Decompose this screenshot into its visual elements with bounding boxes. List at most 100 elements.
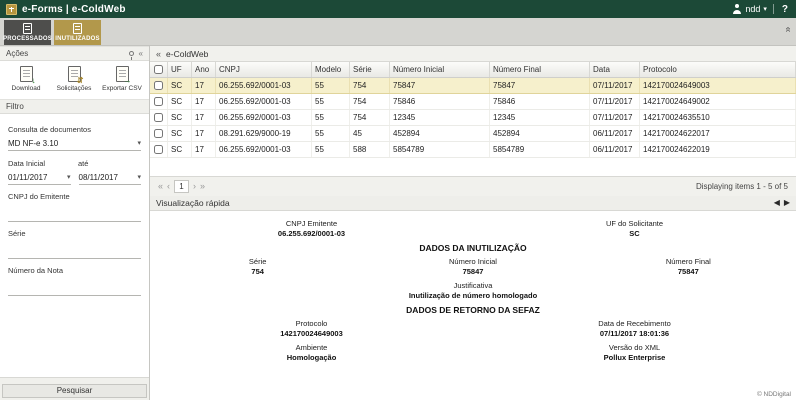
cell-cnpj: 06.255.692/0001-03 <box>216 78 312 93</box>
user-menu[interactable]: ndd ▾ <box>732 4 767 14</box>
tab-inutilizados[interactable]: INUTILIZADOS <box>54 20 101 45</box>
column-header-numero-inicial[interactable]: Número Inicial <box>390 62 490 77</box>
cell-numero-final: 452894 <box>490 126 590 141</box>
collapse-sidebar-icon[interactable]: « <box>156 49 161 59</box>
column-header-cnpj[interactable]: CNPJ <box>216 62 312 77</box>
column-header-serie[interactable]: Série <box>350 62 390 77</box>
cell-data: 06/11/2017 <box>590 126 640 141</box>
app-header: e-Forms | e-ColdWeb ndd ▾ ? <box>0 0 796 18</box>
chevron-down-icon: ▾ <box>67 174 71 181</box>
column-header-data[interactable]: Data <box>590 62 640 77</box>
serie-qv-value: 754 <box>150 267 365 277</box>
row-checkbox[interactable] <box>154 129 163 138</box>
quickview-header: Visualização rápida ◀ ▶ <box>150 196 796 211</box>
document-type-value: MD NF-e 3.10 <box>8 139 58 148</box>
next-document-icon[interactable]: ▶ <box>784 199 790 207</box>
justificativa-value: Inutilização de número homologado <box>150 291 796 301</box>
actions-panel-title: Ações <box>6 49 28 58</box>
cell-protocolo: 142170024649002 <box>640 94 796 109</box>
pin-icon[interactable] <box>129 51 134 56</box>
main-titlebar: « e-ColdWeb <box>150 46 796 62</box>
cell-cnpj: 06.255.692/0001-03 <box>216 142 312 157</box>
cell-numero-inicial: 452894 <box>390 126 490 141</box>
tab-bar: PROCESSADOS INUTILIZADOS « <box>0 18 796 46</box>
row-checkbox[interactable] <box>154 145 163 154</box>
table-row[interactable]: SC 17 06.255.692/0001-03 55 754 75846 75… <box>150 94 796 110</box>
page-number-input[interactable]: 1 <box>174 180 189 193</box>
cell-uf: SC <box>168 126 192 141</box>
cell-serie: 754 <box>350 94 390 109</box>
start-date-label: Data Inicial <box>8 159 78 168</box>
solicitacoes-button[interactable]: ⇵ Solicitações <box>50 66 98 92</box>
document-icon <box>73 23 82 34</box>
column-header-numero-final[interactable]: Número Final <box>490 62 590 77</box>
app-window: e-Forms | e-ColdWeb ndd ▾ ? PROCESSADOS … <box>0 0 796 400</box>
cnpj-emitente-label: CNPJ Emitente <box>150 219 473 229</box>
table-row[interactable]: SC 17 06.255.692/0001-03 55 754 12345 12… <box>150 110 796 126</box>
collapse-ribbon-icon[interactable]: « <box>783 27 794 33</box>
column-header-protocolo[interactable]: Protocolo <box>640 62 796 77</box>
column-header-uf[interactable]: UF <box>168 62 192 77</box>
requests-icon: ⇵ <box>68 66 81 82</box>
start-date-value: 01/11/2017 <box>8 173 47 182</box>
data-recebimento-label: Data de Recebimento <box>473 319 796 329</box>
cell-protocolo: 142170024622017 <box>640 126 796 141</box>
grid-empty-space <box>150 158 796 176</box>
numero-inicial-label: Número Inicial <box>365 257 580 267</box>
cell-ano: 17 <box>192 142 216 157</box>
row-checkbox[interactable] <box>154 97 163 106</box>
column-header-modelo[interactable]: Modelo <box>312 62 350 77</box>
cell-uf: SC <box>168 110 192 125</box>
column-header-ano[interactable]: Ano <box>192 62 216 77</box>
pagination-bar: « ‹ 1 › » Displaying items 1 - 5 of 5 <box>150 176 796 196</box>
row-checkbox[interactable] <box>154 113 163 122</box>
table-row[interactable]: SC 17 08.291.629/9000-19 55 45 452894 45… <box>150 126 796 142</box>
search-button[interactable]: Pesquisar <box>2 384 147 398</box>
document-type-select[interactable]: MD NF-e 3.10 ▾ <box>8 137 141 151</box>
row-checkbox[interactable] <box>154 81 163 90</box>
cell-serie: 45 <box>350 126 390 141</box>
end-date-picker[interactable]: 08/11/2017 ▾ <box>79 171 142 185</box>
collapse-panel-icon[interactable]: « <box>139 50 143 58</box>
page-title: e-ColdWeb <box>166 49 208 59</box>
sidebar-spacer <box>0 296 149 377</box>
help-button[interactable]: ? <box>780 4 790 15</box>
pagination-first-button[interactable]: « <box>158 182 163 191</box>
pagination-next-button[interactable]: › <box>193 182 196 191</box>
header-separator <box>773 4 774 14</box>
filter-form: Consulta de documentos MD NF-e 3.10 ▾ Da… <box>0 114 149 296</box>
start-date-picker[interactable]: 01/11/2017 ▾ <box>8 171 71 185</box>
pagination-prev-button[interactable]: ‹ <box>167 182 170 191</box>
cnpj-input[interactable] <box>8 209 141 222</box>
panel-header-icons: « <box>129 50 143 58</box>
download-icon: ↓ <box>20 66 33 82</box>
cell-data: 06/11/2017 <box>590 142 640 157</box>
requests-arrows-icon: ⇵ <box>77 76 84 85</box>
export-csv-button[interactable]: → Exportar CSV <box>98 66 146 92</box>
serie-input[interactable] <box>8 246 141 259</box>
download-button[interactable]: ↓ Download <box>2 66 50 92</box>
filter-panel-title: Filtro <box>6 102 24 111</box>
pagination-last-button[interactable]: » <box>200 182 205 191</box>
cell-modelo: 55 <box>312 78 350 93</box>
table-row[interactable]: SC 17 06.255.692/0001-03 55 754 75847 75… <box>150 78 796 94</box>
quickview-body: CNPJ Emitente 06.255.692/0001-03 UF do S… <box>150 211 796 400</box>
tab-processados[interactable]: PROCESSADOS <box>4 20 51 45</box>
end-date-value: 08/11/2017 <box>79 173 118 182</box>
numero-final-label: Número Final <box>581 257 796 267</box>
versao-xml-value: Pollux Enterprise <box>473 353 796 363</box>
cell-serie: 588 <box>350 142 390 157</box>
cell-protocolo: 142170024635510 <box>640 110 796 125</box>
cell-modelo: 55 <box>312 94 350 109</box>
ambiente-label: Ambiente <box>150 343 473 353</box>
export-arrow-icon: → <box>124 76 132 85</box>
actions-row: ↓ Download ⇵ Solicitações → Exportar CSV <box>0 61 149 99</box>
previous-document-icon[interactable]: ◀ <box>774 199 780 207</box>
date-inputs: 01/11/2017 ▾ 08/11/2017 ▾ <box>8 171 141 185</box>
table-row[interactable]: SC 17 06.255.692/0001-03 55 588 5854789 … <box>150 142 796 158</box>
select-all-checkbox[interactable] <box>154 65 163 74</box>
nota-number-input[interactable] <box>8 283 141 296</box>
cnpj-label: CNPJ do Emitente <box>8 192 141 201</box>
user-name: ndd <box>745 4 760 14</box>
cell-data: 07/11/2017 <box>590 94 640 109</box>
